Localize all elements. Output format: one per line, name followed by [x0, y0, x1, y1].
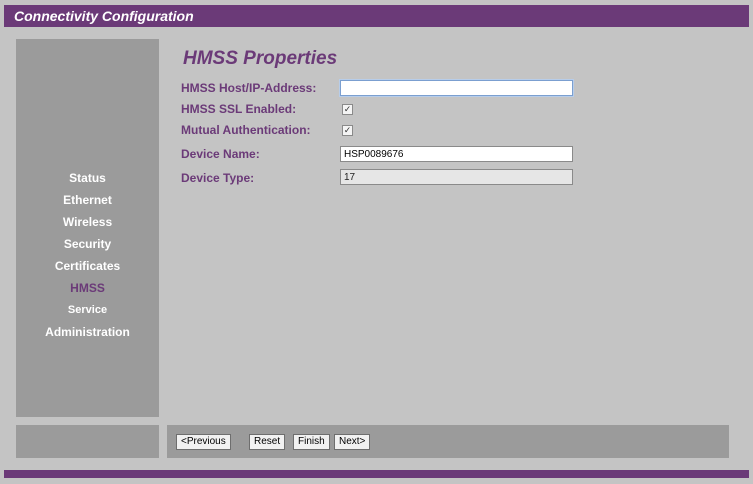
device-name-label: Device Name: — [181, 147, 260, 161]
mutual-auth-checkbox[interactable]: ✓ — [342, 125, 353, 136]
sidebar-item-hmss[interactable]: HMSS — [16, 277, 159, 299]
ssl-enabled-label: HMSS SSL Enabled: — [181, 102, 297, 116]
sidebar-footer — [16, 425, 159, 458]
checkmark-icon: ✓ — [343, 104, 352, 114]
reset-button[interactable]: Reset — [249, 434, 286, 450]
mutual-auth-label: Mutual Authentication: — [181, 123, 311, 137]
device-type-label: Device Type: — [181, 171, 255, 185]
host-input[interactable] — [340, 80, 573, 96]
ssl-enabled-checkbox[interactable]: ✓ — [342, 104, 353, 115]
finish-button[interactable]: Finish — [293, 434, 330, 450]
window-title: Connectivity Configuration — [14, 8, 194, 24]
next-button[interactable]: Next> — [334, 434, 371, 450]
sidebar-item-administration[interactable]: Administration — [16, 321, 159, 343]
button-bar: <Previous Reset Finish Next> — [167, 425, 729, 458]
bottom-bar — [4, 470, 749, 478]
sidebar: Status Ethernet Wireless Security Certif… — [16, 39, 159, 417]
host-label: HMSS Host/IP-Address: — [181, 81, 317, 95]
page-title: HMSS Properties — [183, 48, 338, 69]
device-name-input[interactable] — [340, 146, 573, 162]
sidebar-item-certificates[interactable]: Certificates — [16, 255, 159, 277]
device-type-input[interactable] — [340, 169, 573, 185]
sidebar-item-security[interactable]: Security — [16, 233, 159, 255]
previous-button[interactable]: <Previous — [176, 434, 231, 450]
sidebar-item-wireless[interactable]: Wireless — [16, 211, 159, 233]
sidebar-item-ethernet[interactable]: Ethernet — [16, 189, 159, 211]
checkmark-icon: ✓ — [343, 125, 352, 135]
sidebar-item-service[interactable]: Service — [16, 299, 159, 321]
sidebar-nav: Status Ethernet Wireless Security Certif… — [16, 167, 159, 343]
sidebar-item-status[interactable]: Status — [16, 167, 159, 189]
title-bar: Connectivity Configuration — [4, 5, 749, 27]
